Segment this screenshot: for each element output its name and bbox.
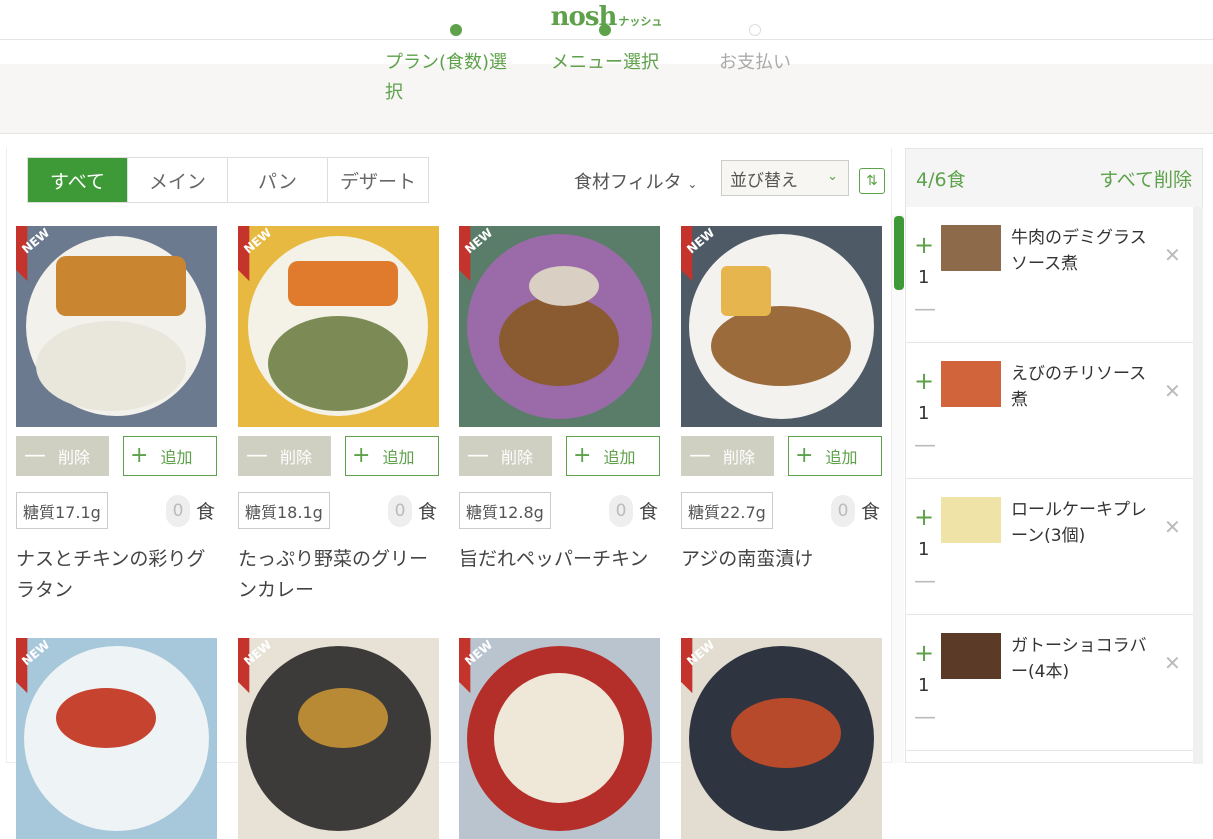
cart-item: + 1 — ロールケーキプレーン(3個) ✕ <box>906 479 1193 615</box>
item-name: 牛肉のデミグラスソース煮 <box>1011 228 1147 274</box>
food-image[interactable]: NEW <box>681 226 882 427</box>
food-image[interactable]: NEW <box>238 638 439 839</box>
food-image[interactable]: NEW <box>681 638 882 839</box>
carb-label: 糖質12.8g <box>459 492 551 529</box>
item-quantity: 1 <box>918 403 930 424</box>
sort-order-icon[interactable]: ⇅ <box>859 168 885 194</box>
step-dot <box>749 24 761 36</box>
remove-button[interactable]: — 削除 <box>16 436 109 476</box>
plus-icon[interactable]: + <box>914 231 934 259</box>
cart-item: + 1 — ガトーショコラバー(4本) ✕ <box>906 615 1193 751</box>
count-badge: 0 <box>609 495 633 527</box>
progress-steps <box>0 64 1213 134</box>
carb-label: 糖質22.7g <box>681 492 773 529</box>
chevron-down-icon: ⌄ <box>827 169 838 184</box>
add-button[interactable]: + 追加 <box>123 436 217 476</box>
product-name[interactable]: 旨だれペッパーチキン <box>459 544 660 575</box>
cart-scrollbar[interactable] <box>1193 207 1203 764</box>
tab-dessert[interactable]: デザート <box>328 158 428 202</box>
food-image[interactable]: NEW <box>459 226 660 427</box>
step-dot <box>450 24 462 36</box>
cart-panel: 4/6食 すべて削除 + 1 — 牛肉のデミグラスソース煮 ✕ + 1 — えび… <box>905 148 1203 764</box>
minus-icon[interactable]: — <box>914 433 936 458</box>
food-image[interactable]: NEW <box>16 638 217 839</box>
minus-icon[interactable]: — <box>914 705 936 730</box>
item-name: えびのチリソース煮 <box>1011 364 1147 410</box>
cart-item: + 1 — えびのチリソース煮 ✕ <box>906 343 1193 479</box>
product-card: NEW <box>459 638 660 839</box>
food-image[interactable]: NEW <box>16 226 217 427</box>
item-thumbnail <box>941 361 1001 407</box>
close-icon[interactable]: ✕ <box>1164 651 1181 675</box>
carb-label: 糖質18.1g <box>238 492 330 529</box>
remove-button[interactable]: — 削除 <box>459 436 552 476</box>
remove-button[interactable]: — 削除 <box>238 436 331 476</box>
count-badge: 0 <box>831 495 855 527</box>
item-name: ロールケーキプレーン(3個) <box>1011 500 1147 546</box>
scrollbar[interactable] <box>892 214 904 763</box>
category-tabs: すべて メイン パン デザート <box>27 157 429 203</box>
meal-unit: 食 <box>418 501 438 523</box>
sort-select[interactable]: 並び替え ⌄ <box>721 160 849 196</box>
item-thumbnail <box>941 225 1001 271</box>
meal-unit: 食 <box>639 501 659 523</box>
product-name[interactable]: ナスとチキンの彩りグラタン <box>16 544 217 606</box>
product-name[interactable]: たっぷり野菜のグリーンカレー <box>238 544 439 606</box>
product-card: NEW — 削除 + 追加 糖質17.1g 0 食 ナスとチキンの彩りグラタン <box>16 226 217 601</box>
chevron-down-icon: ⌄ <box>687 177 698 191</box>
count-badge: 0 <box>388 495 412 527</box>
add-button[interactable]: + 追加 <box>566 436 660 476</box>
product-card: NEW — 削除 + 追加 糖質22.7g 0 食 アジの南蛮漬け <box>681 226 882 570</box>
item-quantity: 1 <box>918 267 930 288</box>
product-card: NEW <box>681 638 882 839</box>
add-button[interactable]: + 追加 <box>788 436 882 476</box>
plus-icon[interactable]: + <box>914 367 934 395</box>
meal-unit: 食 <box>861 501 881 523</box>
close-icon[interactable]: ✕ <box>1164 515 1181 539</box>
tab-bread[interactable]: パン <box>228 158 328 202</box>
close-icon[interactable]: ✕ <box>1164 243 1181 267</box>
step-menu: メニュー選択 <box>541 24 669 74</box>
step-dot <box>599 24 611 36</box>
product-card: NEW — 削除 + 追加 糖質12.8g 0 食 旨だれペッパーチキン <box>459 226 660 570</box>
item-quantity: 1 <box>918 675 930 696</box>
minus-icon[interactable]: — <box>914 297 936 322</box>
plus-icon[interactable]: + <box>914 503 934 531</box>
tab-all[interactable]: すべて <box>28 158 128 202</box>
product-name[interactable]: アジの南蛮漬け <box>681 544 882 575</box>
scrollbar-thumb[interactable] <box>894 216 904 290</box>
plus-icon[interactable]: + <box>914 639 934 667</box>
cart-count: 4/6食 <box>916 168 966 191</box>
cart-header: 4/6食 すべて削除 <box>906 149 1202 207</box>
product-card: NEW <box>238 638 439 839</box>
meal-unit: 食 <box>196 501 216 523</box>
remove-button[interactable]: — 削除 <box>681 436 774 476</box>
product-card: NEW — 削除 + 追加 糖質18.1g 0 食 たっぷり野菜のグリーンカレー <box>238 226 439 601</box>
carb-label: 糖質17.1g <box>16 492 108 529</box>
ingredient-filter[interactable]: 食材フィルタ ⌄ <box>574 168 697 194</box>
product-card: NEW <box>16 638 217 839</box>
count-badge: 0 <box>166 495 190 527</box>
item-thumbnail <box>941 497 1001 543</box>
minus-icon[interactable]: — <box>914 569 936 594</box>
step-plan: プラン(食数)選択 <box>385 24 527 108</box>
tab-main[interactable]: メイン <box>128 158 228 202</box>
cart-item: + 1 — 牛肉のデミグラスソース煮 ✕ <box>906 207 1193 343</box>
food-image[interactable]: NEW <box>459 638 660 839</box>
step-payment: お支払い <box>712 24 798 74</box>
item-quantity: 1 <box>918 539 930 560</box>
item-name: ガトーショコラバー(4本) <box>1011 636 1147 682</box>
close-icon[interactable]: ✕ <box>1164 379 1181 403</box>
clear-all-button[interactable]: すべて削除 <box>1099 165 1192 192</box>
item-thumbnail <box>941 633 1001 679</box>
add-button[interactable]: + 追加 <box>345 436 439 476</box>
food-image[interactable]: NEW <box>238 226 439 427</box>
